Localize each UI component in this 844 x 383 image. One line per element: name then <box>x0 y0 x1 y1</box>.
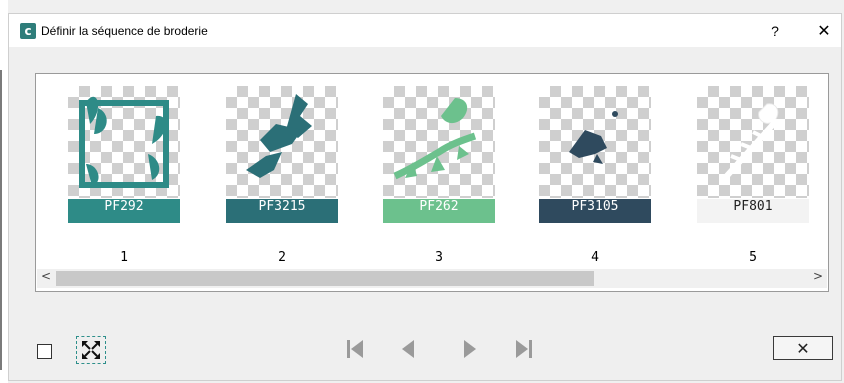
background-edge <box>0 0 8 383</box>
design-gallery: PF292 PF3215 PF262 PF3105 PF801 1 2 3 4 … <box>35 73 829 292</box>
design-code: PF801 <box>697 199 809 223</box>
skip-first-icon <box>347 340 363 358</box>
horizontal-scrollbar[interactable]: < > <box>37 269 827 288</box>
cancel-button[interactable]: ✕ <box>773 336 833 360</box>
design-item-3[interactable]: PF262 <box>383 86 495 223</box>
sequence-number: 1 <box>120 250 128 265</box>
title-bar: c Définir la séquence de broderie ? ✕ <box>9 14 841 47</box>
sequence-dialog: c Définir la séquence de broderie ? ✕ PF… <box>8 13 842 381</box>
previous-icon <box>402 340 414 358</box>
bird-icon <box>569 111 618 164</box>
design-thumbnail-white-floral[interactable] <box>697 86 809 198</box>
design-item-1[interactable]: PF292 <box>68 86 180 223</box>
dialog-title: Définir la séquence de broderie <box>41 24 208 38</box>
design-thumbnail-branch[interactable] <box>383 86 495 198</box>
design-item-2[interactable]: PF3215 <box>226 86 338 223</box>
design-item-5[interactable]: PF801 <box>697 86 809 223</box>
scroll-right-button[interactable]: > <box>809 269 827 288</box>
sequence-number: 4 <box>591 250 599 265</box>
sequence-number: 3 <box>435 250 443 265</box>
abstract-shapes-icon <box>246 94 312 178</box>
edge-line <box>0 70 2 370</box>
expand-icon <box>82 341 100 359</box>
app-logo-icon: c <box>20 23 36 39</box>
design-thumbnail-bird[interactable] <box>539 86 651 198</box>
design-code: PF3105 <box>539 199 651 223</box>
design-code: PF3215 <box>226 199 338 223</box>
leaf-frame-icon <box>79 96 169 188</box>
branch-icon <box>393 98 477 180</box>
previous-button[interactable] <box>396 337 420 361</box>
design-thumbnail-abstract[interactable] <box>226 86 338 198</box>
next-icon <box>464 340 476 358</box>
first-button[interactable] <box>343 337 367 361</box>
scroll-thumb[interactable] <box>56 271 594 286</box>
last-button[interactable] <box>512 337 536 361</box>
sequence-number: 5 <box>749 250 757 265</box>
skip-last-icon <box>516 340 532 358</box>
next-button[interactable] <box>458 337 482 361</box>
white-floral-icon <box>722 103 780 181</box>
design-thumbnail-leaf-frame[interactable] <box>68 86 180 198</box>
option-checkbox[interactable] <box>37 344 52 359</box>
design-code: PF262 <box>383 199 495 223</box>
design-code: PF292 <box>68 199 180 223</box>
design-item-4[interactable]: PF3105 <box>539 86 651 223</box>
scroll-left-button[interactable]: < <box>37 269 55 288</box>
help-button[interactable]: ? <box>765 21 785 41</box>
fit-view-button[interactable] <box>76 336 106 364</box>
close-button[interactable]: ✕ <box>813 20 835 42</box>
sequence-number: 2 <box>278 250 286 265</box>
